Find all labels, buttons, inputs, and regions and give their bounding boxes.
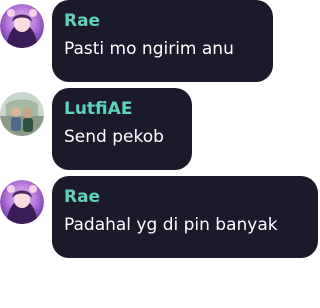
message-author[interactable]: Rae	[64, 10, 261, 32]
lutfiae-avatar-icon[interactable]	[0, 92, 44, 136]
message-bubble: Rae Pasti mo ngirim anu	[52, 0, 273, 82]
rae-avatar-icon[interactable]	[0, 180, 44, 224]
chat-message-list: Rae Pasti mo ngirim anu LutfiAE Send pek…	[0, 0, 320, 308]
message-author[interactable]: LutfiAE	[64, 98, 180, 120]
message-text: Pasti mo ngirim anu	[64, 39, 234, 59]
message-text: Send pekob	[64, 127, 164, 147]
rae-avatar-icon[interactable]	[0, 4, 44, 48]
message-bubble: LutfiAE Send pekob	[52, 88, 192, 170]
message-bubble: Rae Padahal yg di pin banyak	[52, 176, 318, 258]
message-author[interactable]: Rae	[64, 186, 306, 208]
message-text: Padahal yg di pin banyak	[64, 215, 278, 235]
